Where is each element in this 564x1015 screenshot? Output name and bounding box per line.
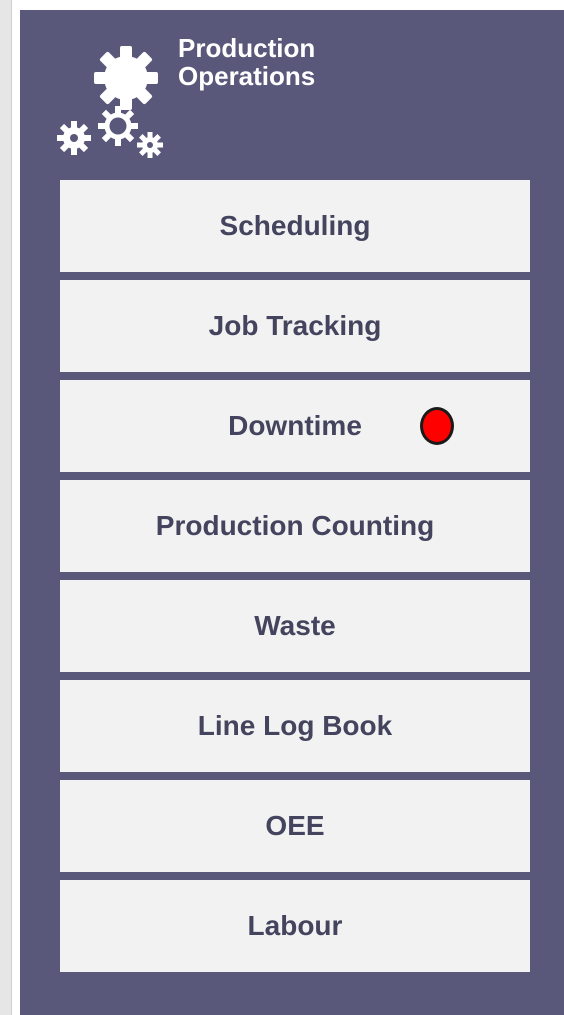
- menu-item-label: Job Tracking: [208, 310, 382, 341]
- menu-item-label: Waste: [254, 610, 336, 641]
- menu-item-production-counting[interactable]: Production Counting: [60, 480, 530, 572]
- panel-title-line1: Production: [178, 33, 316, 63]
- menu-item-waste[interactable]: Waste: [60, 580, 530, 672]
- panel-title: Production Operations: [178, 34, 478, 90]
- menu-item-label: OEE: [265, 810, 325, 841]
- menu-item-labour[interactable]: Labour: [60, 880, 530, 972]
- menu-item-line-log-book[interactable]: Line Log Book: [60, 680, 530, 772]
- downtime-alert-indicator: [420, 407, 454, 445]
- menu-item-label: Line Log Book: [197, 710, 393, 741]
- menu-item-label: Production Counting: [155, 510, 435, 541]
- panel-header: Production Operations: [20, 10, 564, 175]
- menu-item-downtime[interactable]: Downtime: [60, 380, 530, 472]
- operations-menu: Scheduling Job Tracking Downtime Product…: [60, 180, 530, 980]
- menu-item-label: Scheduling: [219, 210, 371, 241]
- menu-item-job-tracking[interactable]: Job Tracking: [60, 280, 530, 372]
- menu-item-label: Downtime: [228, 410, 362, 441]
- left-scrollbar[interactable]: [0, 0, 12, 1015]
- production-operations-panel: Production Operations Scheduling Job Tra…: [20, 10, 564, 1015]
- menu-item-scheduling[interactable]: Scheduling: [60, 180, 530, 272]
- menu-item-label: Labour: [247, 910, 343, 941]
- panel-title-line2: Operations: [178, 61, 316, 91]
- menu-item-oee[interactable]: OEE: [60, 780, 530, 872]
- gears-icon: [57, 46, 163, 158]
